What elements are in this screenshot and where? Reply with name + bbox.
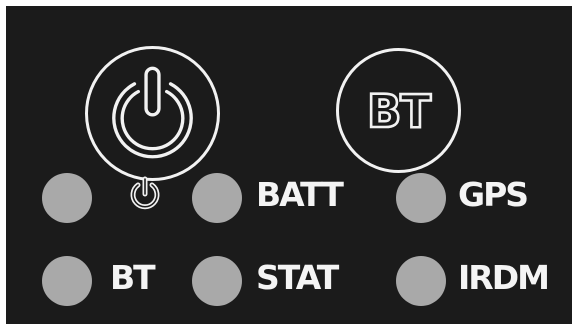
irdm-label: IRDM <box>458 258 550 297</box>
bt-led <box>42 256 92 306</box>
power-led <box>42 173 92 223</box>
batt-led <box>192 173 242 223</box>
batt-label: BATT <box>256 175 344 214</box>
bluetooth-button[interactable]: BT <box>336 48 461 173</box>
gps-led <box>396 173 446 223</box>
control-panel: BT BATT GPS BT STAT IRDM <box>6 6 572 324</box>
stat-led <box>192 256 242 306</box>
bt-button-label: BT <box>366 84 434 140</box>
bt-label: BT <box>110 258 156 297</box>
device-frame: BT BATT GPS BT STAT IRDM <box>0 0 574 327</box>
irdm-led <box>396 256 446 306</box>
gps-label: GPS <box>458 175 529 214</box>
stat-label: STAT <box>256 258 339 297</box>
svg-text:BT: BT <box>367 85 431 138</box>
power-button[interactable] <box>85 46 220 181</box>
power-icon <box>112 66 193 159</box>
power-icon <box>130 176 160 210</box>
